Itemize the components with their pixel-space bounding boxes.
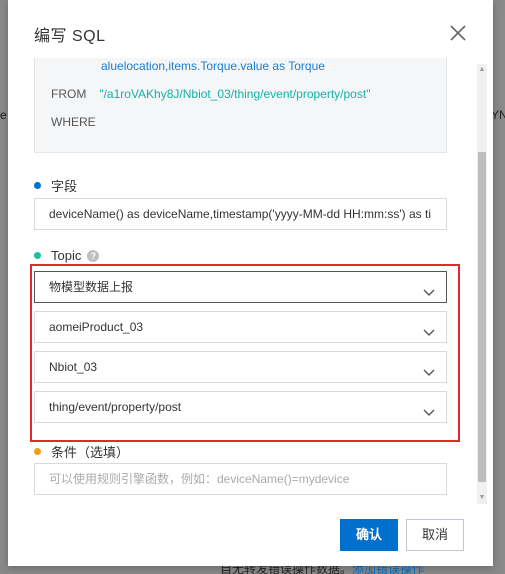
topic-label-text: Topic: [51, 248, 82, 263]
condition-label-text: 条件（选填）: [51, 445, 130, 460]
confirm-button[interactable]: 确认: [340, 519, 398, 551]
topic-dot-icon: [34, 252, 41, 259]
condition-input[interactable]: 可以使用规则引擎函数，例如：deviceName()=mydevice: [34, 463, 447, 495]
chevron-down-icon: [422, 320, 436, 336]
sql-preview: aluelocation,items.Torque.value as Torqu…: [34, 58, 447, 153]
sql-where-keyword: WHERE: [51, 115, 96, 129]
cancel-button[interactable]: 取消: [406, 519, 464, 551]
device-select-value: Nbiot_03: [49, 360, 98, 374]
sql-from-topic: "/a1roVAKhy8J/Nbiot_03/thing/event/prope…: [99, 87, 371, 101]
condition-dot-icon: [34, 448, 41, 455]
sql-from-keyword: FROM: [51, 87, 87, 101]
dialog-scrollbar[interactable]: ▲ ▼: [477, 64, 487, 504]
dialog-footer: 确认 取消: [8, 508, 493, 566]
dialog-body[interactable]: aluelocation,items.Torque.value as Torqu…: [8, 58, 493, 508]
fields-label-text: 字段: [51, 179, 78, 194]
scrollbar-thumb[interactable]: [478, 152, 486, 482]
help-icon[interactable]: ?: [87, 249, 100, 262]
fields-dot-icon: [34, 182, 41, 189]
chevron-down-icon: [422, 360, 436, 376]
topic-label: Topic ?: [34, 248, 100, 263]
background-text-fragment-right: YNb: [491, 108, 505, 122]
condition-label: 条件（选填）: [34, 442, 129, 461]
background-text-fragment-left: e: [0, 108, 7, 122]
product-select-value: aomeiProduct_03: [49, 320, 144, 334]
sql-from-line: FROM "/a1roVAKhy8J/Nbiot_03/thing/event/p…: [51, 80, 370, 108]
device-select[interactable]: Nbiot_03: [34, 351, 447, 383]
topic-path-select-value: thing/event/property/post: [49, 400, 182, 414]
scroll-up-icon[interactable]: ▲: [478, 65, 486, 75]
dialog-header: 编写 SQL: [8, 0, 493, 66]
topic-type-select[interactable]: 物模型数据上报: [34, 271, 447, 303]
edit-sql-dialog: 编写 SQL aluelocation,items.Torque.value a…: [8, 0, 493, 566]
topic-path-select[interactable]: thing/event/property/post: [34, 391, 447, 423]
chevron-down-icon: [422, 280, 436, 296]
product-select[interactable]: aomeiProduct_03: [34, 311, 447, 343]
close-icon: [450, 25, 466, 41]
dialog-title: 编写 SQL: [34, 28, 106, 45]
close-button[interactable]: [447, 22, 469, 44]
fields-input[interactable]: deviceName() as deviceName,timestamp('yy…: [34, 198, 447, 230]
fields-label: 字段: [34, 176, 77, 195]
scroll-down-icon[interactable]: ▼: [478, 493, 486, 503]
sql-select-line: aluelocation,items.Torque.value as Torqu…: [101, 59, 325, 73]
topic-type-select-value: 物模型数据上报: [49, 280, 134, 294]
chevron-down-icon: [422, 400, 436, 416]
